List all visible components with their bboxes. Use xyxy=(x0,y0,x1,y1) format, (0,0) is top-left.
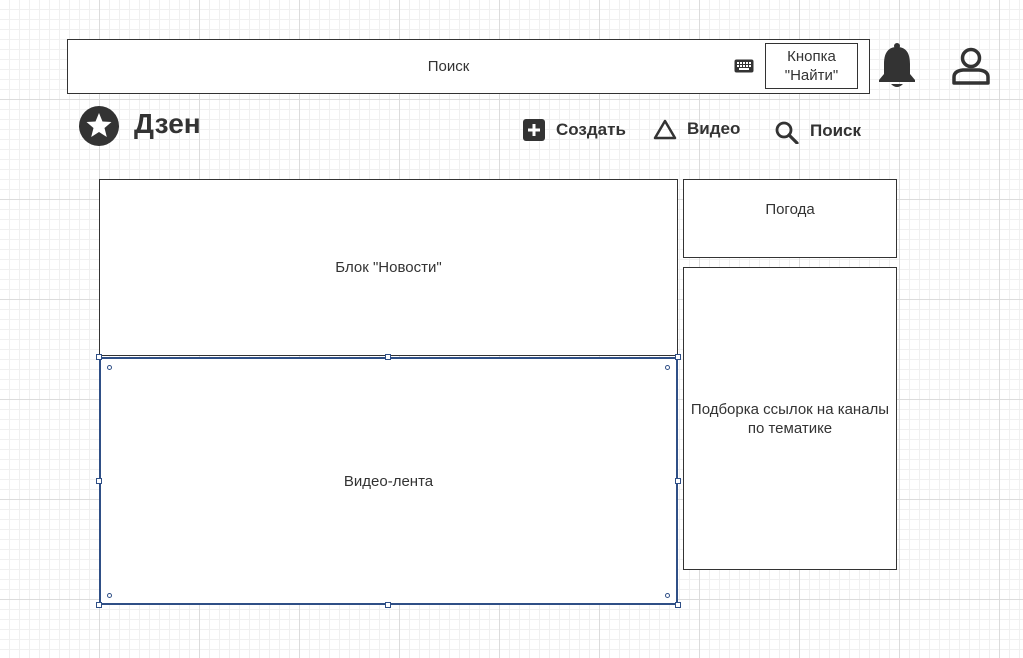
nav-search-button[interactable]: Поиск xyxy=(774,118,861,144)
resize-handle-left[interactable] xyxy=(96,478,102,484)
corner-point-top-left[interactable] xyxy=(107,365,112,370)
resize-handle-top[interactable] xyxy=(385,354,391,360)
weather-block[interactable]: Погода xyxy=(683,179,897,258)
bell-icon[interactable] xyxy=(876,42,918,90)
plus-icon xyxy=(523,119,545,141)
video-feed-block[interactable]: Видео-лента xyxy=(99,357,678,605)
resize-handle-top-right[interactable] xyxy=(675,354,681,360)
resize-handle-bottom-left[interactable] xyxy=(96,602,102,608)
nav-create-label: Создать xyxy=(556,119,626,139)
resize-handle-top-left[interactable] xyxy=(96,354,102,360)
search-placeholder: Поиск xyxy=(427,58,470,75)
keyboard-icon[interactable] xyxy=(734,58,754,74)
channel-links-block[interactable]: Подборка ссылок на каналы по тематике xyxy=(683,267,897,570)
corner-point-bottom-left[interactable] xyxy=(107,593,112,598)
nav-search-label: Поиск xyxy=(810,121,862,140)
triangle-icon xyxy=(653,119,677,140)
nav-video-label: Видео xyxy=(687,119,741,138)
resize-handle-right[interactable] xyxy=(675,478,681,484)
star-icon xyxy=(79,106,119,146)
nav-video-button[interactable]: Видео xyxy=(653,118,740,140)
logo-title[interactable]: Дзен xyxy=(134,108,201,140)
magnifier-icon xyxy=(775,121,799,144)
user-icon[interactable] xyxy=(951,46,991,86)
news-block[interactable]: Блок "Новости" xyxy=(99,179,678,356)
find-button[interactable]: Кнопка "Найти" xyxy=(765,43,858,89)
corner-point-bottom-right[interactable] xyxy=(665,593,670,598)
resize-handle-bottom[interactable] xyxy=(385,602,391,608)
corner-point-top-right[interactable] xyxy=(665,365,670,370)
resize-handle-bottom-right[interactable] xyxy=(675,602,681,608)
nav-create-button[interactable]: Создать xyxy=(523,118,626,141)
